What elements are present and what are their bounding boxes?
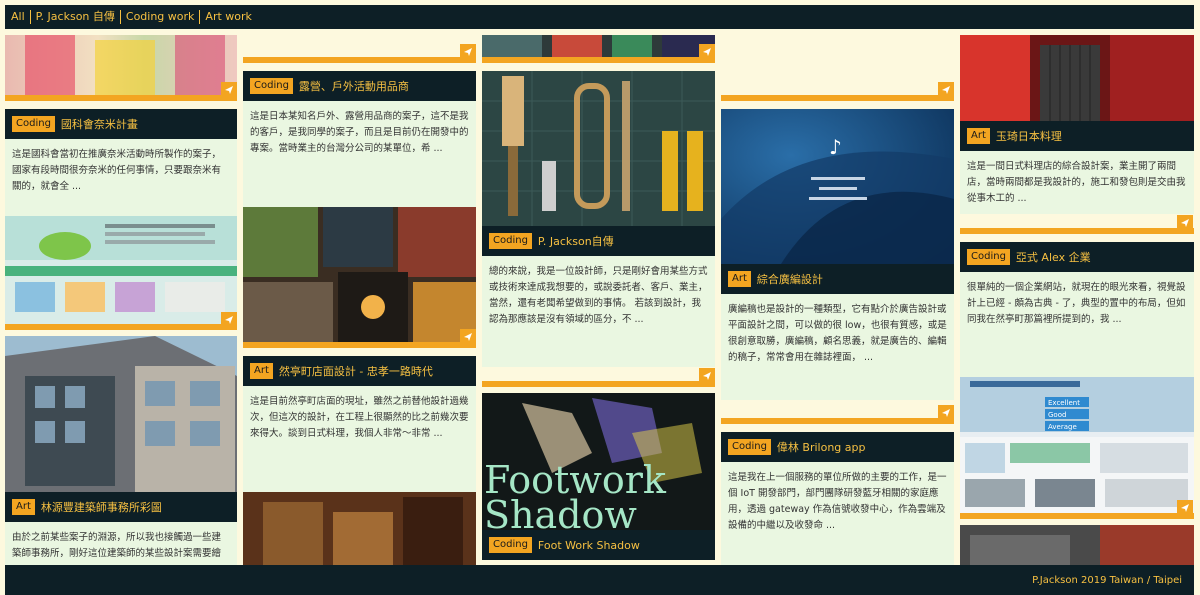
thumb-nano-site[interactable] [5, 216, 237, 324]
thumb-building[interactable] [5, 336, 237, 492]
top-strip-image [482, 35, 715, 57]
category-badge: Coding [489, 537, 532, 553]
card-title[interactable]: P. Jackson自傳 [538, 233, 614, 249]
link-icon[interactable] [221, 82, 237, 98]
svg-text:♪: ♪ [829, 135, 842, 159]
link-icon[interactable] [938, 82, 954, 98]
card-header[interactable]: Art 綜合廣編設計 [721, 264, 954, 294]
card-title[interactable]: 綜合廣編設計 [757, 271, 823, 287]
camping-collage [243, 207, 476, 342]
link-icon[interactable] [460, 44, 476, 60]
link-icon[interactable] [1177, 500, 1193, 516]
btn-label-good: Good [1048, 411, 1066, 419]
card-title[interactable]: 偉林 Brilong app [777, 439, 866, 455]
card-divider [482, 381, 715, 387]
footwork-line2: Shadow [484, 493, 637, 530]
category-badge: Coding [12, 116, 55, 132]
footer: P.Jackson 2019 Taiwan / Taipei [5, 565, 1194, 595]
card-header[interactable]: Coding P. Jackson自傳 [482, 226, 715, 256]
website-screenshot [5, 216, 237, 312]
bottom-right-image [960, 525, 1194, 565]
card-title[interactable]: 然亭町店面設計 - 忠孝一路時代 [279, 363, 433, 379]
card-header[interactable]: Art 玉琦日本料理 [960, 121, 1194, 151]
category-badge: Coding [967, 249, 1010, 265]
card-description: 這是目前然亭町店面的現址，雖然之前替他設計過幾次，但這次的設計，在工程上很顯然的… [243, 386, 476, 492]
card-divider [960, 513, 1194, 519]
card-description: 由於之前某些案子的淵源，所以我也接觸過一些建築師事務所，剛好這位建築師的某些設計… [5, 522, 237, 565]
card-title[interactable]: 國科會奈米計畫 [61, 116, 138, 132]
card-divider [243, 342, 476, 348]
card-header[interactable]: Art 然亭町店面設計 - 忠孝一路時代 [243, 356, 476, 386]
card-title[interactable]: 林源豐建築師事務所彩圖 [41, 499, 162, 515]
thumb-footwork[interactable]: Footwork Shadow [482, 393, 715, 530]
nav-pjackson[interactable]: P. Jackson 自傳 [29, 10, 120, 24]
thumb-bottom-right[interactable] [960, 525, 1194, 565]
kids-illustration [25, 35, 225, 95]
thumb-top-strip[interactable] [482, 35, 715, 57]
footwork-poster: Footwork Shadow [482, 393, 715, 530]
card-divider [5, 95, 237, 101]
link-icon[interactable] [460, 329, 476, 345]
restaurant-interior [243, 492, 476, 565]
card-header[interactable]: Coding 露營、戶外活動用品商 [243, 71, 476, 101]
thumb-camping[interactable] [243, 207, 476, 342]
building-rendering [5, 336, 237, 492]
btn-label-average: Average [1048, 423, 1077, 431]
top-nav: All P. Jackson 自傳 Coding work Art work [5, 5, 1194, 29]
card-description: 這是日本某知名戶外、露營用品商的案子，這不是我的客戶，是我同學的案子，而且是目前… [243, 101, 476, 207]
nav-art-work[interactable]: Art work [199, 10, 256, 24]
thumb-alex-site[interactable]: Excellent Good Average [960, 377, 1194, 513]
card-description: 很單純的一個企業網站，就現在的眼光來看，視覺設計上已經 - 頗為古典 - 了，典… [960, 272, 1194, 377]
card-divider [721, 418, 954, 424]
card-header[interactable]: Coding 偉林 Brilong app [721, 432, 954, 462]
category-badge: Art [967, 128, 990, 144]
thumb-red-restaurant[interactable] [960, 35, 1194, 121]
thumb-blue-ad[interactable]: ♪ [721, 109, 954, 264]
card-description: 廣編稿也是設計的一種類型，它有點介於廣告設計或平面設計之間，可以做的很 low，… [721, 294, 954, 400]
card-divider [721, 95, 954, 101]
link-icon[interactable] [1177, 215, 1193, 231]
card-header[interactable]: Art 林源豐建築師事務所彩圖 [5, 492, 237, 522]
btn-label-excellent: Excellent [1048, 399, 1080, 407]
card-divider [5, 324, 237, 330]
card-description: 這是我在上一個服務的單位所做的主要的工作，是一個 IoT 開發部門，部門團隊研發… [721, 462, 954, 565]
card-divider [482, 57, 715, 63]
category-badge: Art [250, 363, 273, 379]
card-header[interactable]: Coding 亞式 Alex 企業 [960, 242, 1194, 272]
card-header[interactable]: Coding Foot Work Shadow [482, 530, 715, 560]
thumb-tools[interactable] [482, 71, 715, 226]
category-badge: Art [12, 499, 35, 515]
link-icon[interactable] [221, 312, 237, 328]
card-header[interactable]: Coding 國科會奈米計畫 [5, 109, 237, 139]
red-restaurant-photo [960, 35, 1194, 121]
card-description: 這是一間日式料理店的綜合設計案，業主開了兩間店，當時兩間都是我設計的，施工和發包… [960, 151, 1194, 214]
alex-site-screenshot: Excellent Good Average [960, 377, 1194, 513]
category-badge: Coding [250, 78, 293, 94]
link-icon[interactable] [938, 405, 954, 421]
category-badge: Art [728, 271, 751, 287]
thumb-kids[interactable] [5, 35, 237, 95]
card-description: 總的來說，我是一位設計師，只是剛好會用某些方式或技術來達成我想要的，或說委託者、… [482, 256, 715, 367]
link-icon[interactable] [699, 368, 715, 384]
card-title[interactable]: Foot Work Shadow [538, 539, 640, 552]
card-title[interactable]: 亞式 Alex 企業 [1016, 249, 1091, 265]
category-badge: Coding [728, 439, 771, 455]
nav-all[interactable]: All [11, 10, 30, 24]
thumb-restaurant[interactable] [243, 492, 476, 565]
card-divider [243, 57, 476, 63]
tools-photo [482, 71, 715, 226]
category-badge: Coding [489, 233, 532, 249]
card-title[interactable]: 露營、戶外活動用品商 [299, 78, 409, 94]
card-divider [960, 228, 1194, 234]
nav-coding-work[interactable]: Coding work [119, 10, 200, 24]
blue-ad-image: ♪ [721, 109, 954, 264]
footer-credit: P.Jackson 2019 Taiwan / Taipei [1032, 574, 1182, 586]
link-icon[interactable] [699, 44, 715, 60]
card-description: 這是國科會當初在推廣奈米活動時所製作的案子，國家有段時間很夯奈米的任何事情，只要… [5, 139, 237, 216]
card-title[interactable]: 玉琦日本料理 [996, 128, 1062, 144]
